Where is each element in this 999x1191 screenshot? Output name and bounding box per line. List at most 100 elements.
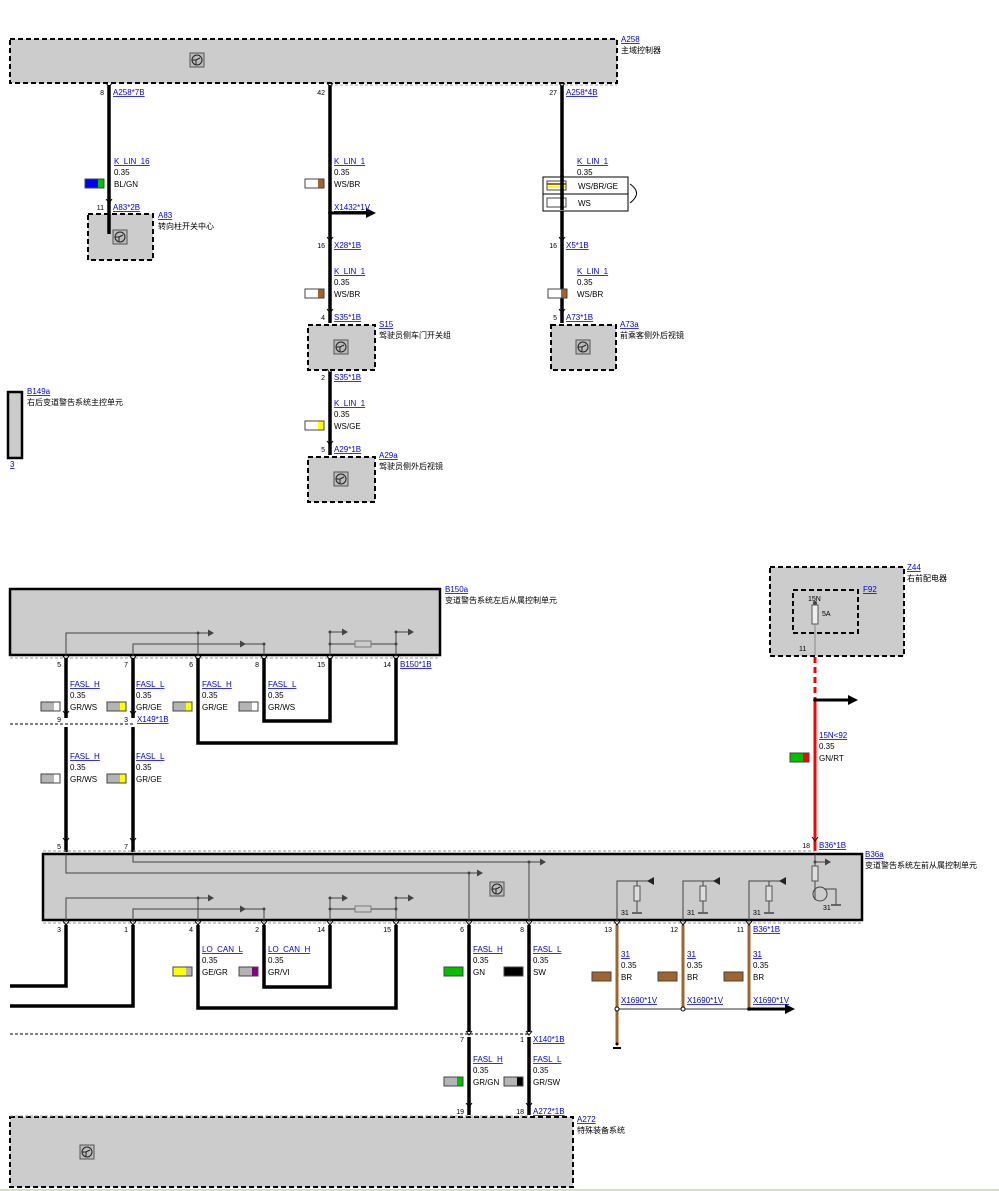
- pin-number: 3: [57, 927, 61, 934]
- connector-link[interactable]: A258*4B: [566, 88, 598, 97]
- splice-dot: [680, 1006, 686, 1012]
- wire-color-code: GR/WS: [268, 703, 295, 712]
- control-unit-icon: [575, 339, 591, 355]
- connector-link[interactable]: A258*7B: [113, 88, 145, 97]
- wire-color-swatch: [723, 971, 744, 982]
- wire-signal-link[interactable]: LO_CAN_H: [268, 945, 310, 954]
- wire-size: 0.35: [70, 691, 86, 700]
- wire-signal-link[interactable]: FASL_H: [70, 680, 100, 689]
- component-id-b36a[interactable]: B36a: [865, 850, 884, 859]
- swatch-color: [724, 972, 743, 981]
- component-name-s15: 驾驶员侧车门开关组: [379, 330, 451, 340]
- wire-signal-link[interactable]: K_LIN_16: [114, 157, 150, 166]
- arrow-right-icon: [848, 695, 858, 705]
- connector-link[interactable]: X149*1B: [137, 715, 169, 724]
- connector-link[interactable]: A83*2B: [113, 203, 140, 212]
- wire-signal-link[interactable]: FASL_H: [70, 752, 100, 761]
- component-id-z44[interactable]: Z44: [907, 563, 921, 572]
- wire-size: 0.35: [136, 691, 152, 700]
- connector-link[interactable]: A272*1B: [533, 1107, 565, 1116]
- connector-link[interactable]: A73*1B: [566, 313, 593, 322]
- wiring-diagram: A258主域控制器 A83转向柱开关中心 S15驾驶员侧车门开关组 A29a驾驶员侧外…: [0, 35, 999, 1191]
- connector-link[interactable]: S35*1B: [334, 373, 361, 382]
- component-name-a29a: 驾驶员侧外后视镜: [379, 461, 443, 471]
- node-dot: [328, 642, 332, 646]
- wire-signal-link[interactable]: FASL_H: [473, 1055, 503, 1064]
- splice-x1690[interactable]: X1690*1V: [621, 996, 658, 1005]
- wire-size: 0.35: [819, 742, 835, 751]
- wire-variant-code: WS: [578, 199, 591, 208]
- swatch-color: [803, 753, 809, 762]
- connector-link[interactable]: B36*1B: [753, 925, 780, 934]
- splice-x1690[interactable]: X1690*1V: [753, 996, 790, 1005]
- node-dot: [328, 896, 332, 900]
- swatch-color: [318, 289, 324, 298]
- wire-signal-link[interactable]: 31: [621, 950, 630, 959]
- component-id-a73a[interactable]: A73a: [620, 320, 639, 329]
- wire-color-swatch: [657, 971, 678, 982]
- wire-signal-link[interactable]: K_LIN_1: [577, 157, 609, 166]
- ground-label: 31: [823, 905, 831, 912]
- splice-x1432[interactable]: X1432*1V: [334, 203, 371, 212]
- component-id-b150a[interactable]: B150a: [445, 585, 469, 594]
- connector-link[interactable]: B36*1B: [819, 841, 846, 850]
- pin-number: 14: [317, 927, 325, 934]
- pin-number: 16: [549, 243, 557, 250]
- wire-size: 0.35: [334, 168, 350, 177]
- splice-x1690[interactable]: X1690*1V: [687, 996, 724, 1005]
- connector-link[interactable]: X28*1B: [334, 241, 361, 250]
- connector-link[interactable]: S35*1B: [334, 313, 361, 322]
- wire-color-code: GR/GN: [473, 1078, 499, 1087]
- wire-signal-link[interactable]: K_LIN_1: [334, 399, 366, 408]
- splice-dot: [747, 1007, 751, 1011]
- node-dot: [196, 631, 200, 635]
- wire-signal-link[interactable]: 31: [753, 950, 762, 959]
- swatch-color: [548, 289, 561, 298]
- pin-number: 27: [549, 90, 557, 97]
- fuse-icon: [811, 604, 819, 625]
- wire-color-code: WS/BR: [577, 290, 603, 299]
- component-id-f92[interactable]: F92: [863, 585, 877, 594]
- component-id-a272[interactable]: A272: [577, 1115, 596, 1124]
- component-b150a: [8, 587, 442, 657]
- wire-signal-link[interactable]: FASL_L: [533, 945, 562, 954]
- wire-signal-link[interactable]: K_LIN_1: [334, 157, 366, 166]
- component-id-s15[interactable]: S15: [379, 320, 394, 329]
- component-id-a258[interactable]: A258: [621, 35, 640, 44]
- wire-signal-link[interactable]: FASL_L: [533, 1055, 562, 1064]
- ground-label: 31: [621, 910, 629, 917]
- wire-color-swatch: [443, 1076, 464, 1087]
- component-id-b149a[interactable]: B149a: [27, 387, 51, 396]
- wire-signal-link[interactable]: FASL_L: [136, 752, 165, 761]
- pin-number: 8: [520, 927, 524, 934]
- wire-color-code: GR/GE: [136, 775, 162, 784]
- wire-color-swatch: [591, 971, 612, 982]
- wire-color-swatch: [84, 178, 105, 189]
- wire-signal-link[interactable]: FASL_H: [473, 945, 503, 954]
- connector-link[interactable]: B150*1B: [400, 660, 432, 669]
- node-dot: [328, 630, 332, 634]
- swatch-color: [186, 702, 192, 711]
- ground-label: 31: [687, 910, 695, 917]
- wire: [196, 658, 398, 745]
- wire-signal-link[interactable]: K_LIN_1: [577, 267, 609, 276]
- connector-link[interactable]: X140*1B: [533, 1035, 565, 1044]
- wire-signal-link[interactable]: LO_CAN_L: [202, 945, 243, 954]
- wire-signal-link[interactable]: FASL_H: [202, 680, 232, 689]
- connector-link[interactable]: A29*1B: [334, 445, 361, 454]
- connector-link[interactable]: X5*1B: [566, 241, 589, 250]
- wire-signal-link[interactable]: 15N<92: [819, 731, 848, 740]
- swatch-color: [504, 1077, 517, 1086]
- b149a-pin-link[interactable]: 3: [10, 460, 15, 469]
- wire-signal-link[interactable]: FASL_L: [268, 680, 297, 689]
- wire-signal-link[interactable]: K_LIN_1: [334, 267, 366, 276]
- pin-number: 8: [255, 662, 259, 669]
- component-id-a29a[interactable]: A29a: [379, 451, 398, 460]
- component-id-a83[interactable]: A83: [158, 211, 173, 220]
- swatch-color: [444, 967, 463, 976]
- wire-signal-link[interactable]: 31: [687, 950, 696, 959]
- pin-number: 8: [100, 90, 104, 97]
- wire-signal-link[interactable]: FASL_L: [136, 680, 165, 689]
- wire-size: 0.35: [533, 1066, 549, 1075]
- control-unit-icon: [489, 881, 505, 897]
